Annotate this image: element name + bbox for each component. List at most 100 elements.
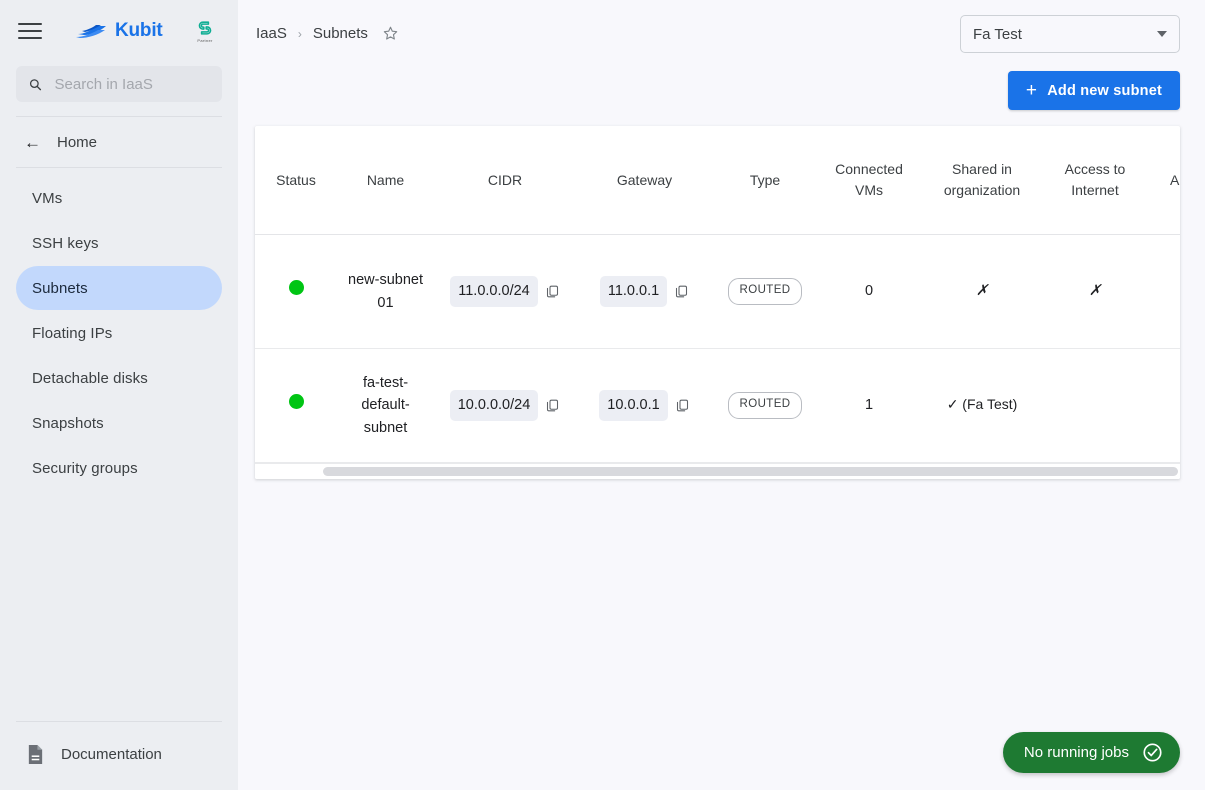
organization-select[interactable]: Fa Test bbox=[960, 15, 1180, 53]
sidebar-item-label: Subnets bbox=[32, 279, 88, 297]
cell-type: ROUTED bbox=[713, 234, 817, 349]
cidr-value: 11.0.0.0/24 bbox=[450, 276, 538, 307]
copy-icon[interactable] bbox=[545, 398, 560, 413]
running-jobs-status-pill[interactable]: No running jobs bbox=[1002, 732, 1180, 773]
add-new-subnet-label: Add new subnet bbox=[1047, 82, 1162, 99]
column-header-name: Name bbox=[337, 126, 434, 235]
sidebar-item-ssh-keys[interactable]: SSH keys bbox=[16, 221, 222, 265]
cell-gateway: 10.0.0.1 bbox=[576, 348, 713, 463]
copy-icon[interactable] bbox=[675, 398, 690, 413]
breadcrumb-separator-icon: › bbox=[297, 26, 302, 41]
breadcrumb-item-subnets[interactable]: Subnets bbox=[313, 25, 368, 42]
search-input[interactable] bbox=[54, 75, 210, 93]
type-badge: ROUTED bbox=[727, 278, 803, 305]
sidebar-item-documentation-label: Documentation bbox=[61, 745, 162, 763]
chevron-down-icon bbox=[1157, 31, 1167, 37]
partner-logo-icon[interactable]: Partner bbox=[190, 15, 220, 47]
hamburger-menu-icon[interactable] bbox=[18, 18, 44, 44]
sidebar-item-label: VMs bbox=[32, 189, 63, 207]
brand-logo[interactable]: Kubit bbox=[76, 20, 163, 42]
partner-logo-subtitle: Partner bbox=[197, 38, 213, 43]
column-header-connected-vms: Connected VMs bbox=[817, 126, 921, 235]
kubit-wave-icon bbox=[76, 25, 106, 38]
cell-shared-in-organization: ✗ bbox=[921, 234, 1043, 349]
sidebar-item-floating-ips[interactable]: Floating IPs bbox=[16, 311, 222, 355]
sidebar-nav: VMs SSH keys Subnets Floating IPs Detach… bbox=[0, 168, 238, 490]
cell-actions bbox=[1147, 234, 1180, 349]
search-box[interactable] bbox=[16, 66, 222, 102]
sidebar-item-label: Detachable disks bbox=[32, 369, 148, 387]
sidebar-item-snapshots[interactable]: Snapshots bbox=[16, 401, 222, 445]
sidebar-item-label: Snapshots bbox=[32, 414, 104, 432]
shared-mark: ✓ (Fa Test) bbox=[946, 396, 1018, 413]
sidebar-item-security-groups[interactable]: Security groups bbox=[16, 446, 222, 490]
sidebar-header: Kubit Partner bbox=[0, 0, 238, 62]
column-header-cidr: CIDR bbox=[434, 126, 576, 235]
sidebar-item-home[interactable]: ← Home bbox=[0, 117, 238, 167]
type-badge: ROUTED bbox=[727, 392, 803, 419]
cell-cidr: 10.0.0.0/24 bbox=[434, 348, 576, 463]
running-jobs-label: No running jobs bbox=[1023, 744, 1129, 761]
internet-mark: ✗ bbox=[1088, 282, 1102, 299]
brand-name: Kubit bbox=[115, 20, 163, 41]
cell-access-to-internet bbox=[1043, 348, 1147, 463]
breadcrumb: IaaS › Subnets bbox=[256, 20, 399, 42]
cell-shared-in-organization: ✓ (Fa Test) bbox=[921, 348, 1043, 463]
sidebar-item-label: Security groups bbox=[32, 459, 138, 477]
column-header-shared-in-organization: Shared in organization bbox=[921, 126, 1043, 235]
cell-name: new-subnet 01 bbox=[337, 234, 434, 349]
search-icon bbox=[29, 78, 42, 90]
column-header-access-to-internet: Access to Internet bbox=[1043, 126, 1147, 235]
cell-name: fa-test-default-subnet bbox=[337, 348, 434, 463]
cell-access-to-internet: ✗ bbox=[1043, 234, 1147, 349]
check-circle-icon bbox=[1143, 743, 1162, 762]
favorite-star-icon[interactable] bbox=[382, 25, 399, 42]
cidr-value: 10.0.0.0/24 bbox=[449, 390, 539, 421]
table-head: Status Name CIDR Gateway Type Connected … bbox=[255, 126, 1180, 235]
sidebar-item-documentation[interactable]: Documentation bbox=[0, 736, 238, 772]
main-content: IaaS › Subnets Fa Test + Add new subnet bbox=[238, 0, 1205, 790]
cell-status bbox=[255, 234, 337, 349]
plus-icon: + bbox=[1025, 79, 1038, 101]
shared-mark: ✗ bbox=[975, 282, 989, 299]
cell-status bbox=[255, 348, 337, 463]
sidebar-item-home-label: Home bbox=[57, 133, 98, 151]
column-header-actions: Actions bbox=[1147, 126, 1180, 235]
table-body: new-subnet 01 11.0.0.0/24 11.0.0.1 ROUTE… bbox=[255, 234, 1180, 463]
cell-actions bbox=[1147, 348, 1180, 463]
table-header-row: Status Name CIDR Gateway Type Connected … bbox=[255, 126, 1180, 235]
column-header-status: Status bbox=[255, 126, 337, 235]
sidebar: Kubit Partner ← Home bbox=[0, 0, 238, 790]
copy-icon[interactable] bbox=[545, 284, 560, 299]
table-scrollbar-thumb[interactable] bbox=[323, 467, 1178, 476]
sidebar-footer: Documentation bbox=[0, 721, 238, 790]
cell-connected-vms: 0 bbox=[817, 234, 921, 349]
gateway-value: 11.0.0.1 bbox=[599, 276, 668, 307]
sidebar-divider-bottom bbox=[16, 721, 222, 722]
table-row[interactable]: fa-test-default-subnet 10.0.0.0/24 10.0.… bbox=[255, 348, 1180, 463]
table-row[interactable]: new-subnet 01 11.0.0.0/24 11.0.0.1 ROUTE… bbox=[255, 234, 1180, 349]
cell-cidr: 11.0.0.0/24 bbox=[434, 234, 576, 349]
table-horizontal-scrollbar[interactable] bbox=[255, 463, 1180, 479]
cell-gateway: 11.0.0.1 bbox=[576, 234, 713, 349]
cell-connected-vms: 1 bbox=[817, 348, 921, 463]
breadcrumb-item-iaas[interactable]: IaaS bbox=[256, 25, 287, 42]
gateway-value: 10.0.0.1 bbox=[599, 390, 668, 421]
cell-type: ROUTED bbox=[713, 348, 817, 463]
document-icon bbox=[28, 744, 43, 764]
back-arrow-icon: ← bbox=[24, 132, 41, 152]
copy-icon[interactable] bbox=[674, 284, 689, 299]
sidebar-item-label: Floating IPs bbox=[32, 324, 113, 342]
status-indicator-active bbox=[288, 394, 304, 410]
sidebar-item-subnets[interactable]: Subnets bbox=[16, 266, 222, 310]
column-header-gateway: Gateway bbox=[576, 126, 713, 235]
subnets-table-card: Status Name CIDR Gateway Type Connected … bbox=[255, 126, 1180, 479]
organization-select-value: Fa Test bbox=[973, 25, 1022, 43]
sidebar-item-detachable-disks[interactable]: Detachable disks bbox=[16, 356, 222, 400]
status-indicator-active bbox=[288, 280, 304, 296]
sidebar-item-vms[interactable]: VMs bbox=[16, 176, 222, 220]
subnets-table: Status Name CIDR Gateway Type Connected … bbox=[255, 126, 1180, 463]
column-header-type: Type bbox=[713, 126, 817, 235]
partner-s-glyph bbox=[198, 21, 212, 35]
add-new-subnet-button[interactable]: + Add new subnet bbox=[1007, 71, 1180, 110]
